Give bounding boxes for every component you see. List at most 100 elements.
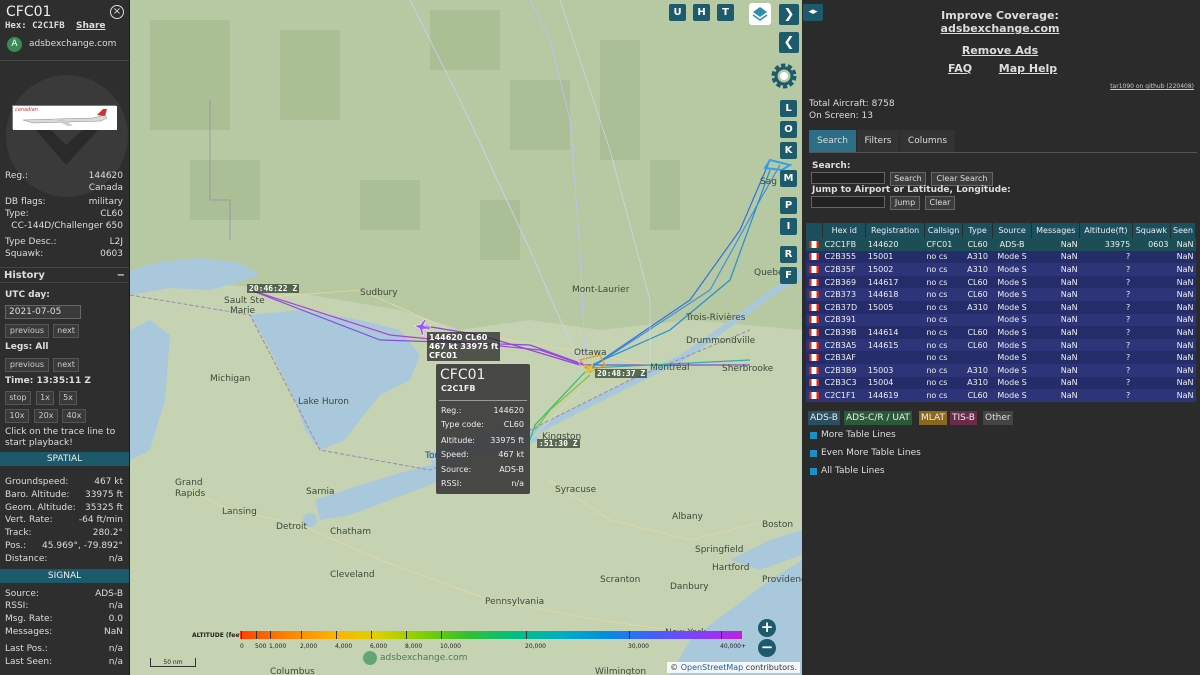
zoom-in-button[interactable]: + (758, 619, 776, 637)
field-label: Vert. Rate: (5, 515, 53, 526)
table-row[interactable]: C2C1F1 144619 no cs CL60 Mode S NaN? NaN (806, 389, 1196, 402)
legend-badge[interactable]: MLAT (919, 411, 947, 425)
share-link[interactable]: Share (76, 21, 106, 31)
aircraft-popup[interactable]: CFC01 C2C1FB Reg.: 144620 Type code: CL60 Al… (436, 364, 530, 494)
legend-badge[interactable]: ADS-B (808, 411, 840, 425)
table-row[interactable]: C2B355 15001 no cs A310 Mode S NaN? NaN (806, 250, 1196, 264)
settings-button[interactable] (768, 60, 800, 92)
openstreetmap-link[interactable]: OpenStreetMap (681, 663, 744, 672)
map-toggle-l-button[interactable]: L (780, 100, 797, 117)
option-checkbox[interactable] (810, 432, 817, 439)
column-header[interactable]: Type (962, 223, 993, 238)
option-label[interactable]: All Table Lines (821, 466, 885, 476)
table-row[interactable]: C2B35F 15002 no cs A310 Mode S NaN? NaN (806, 263, 1196, 276)
nav-right-button[interactable]: ❯ (779, 4, 799, 25)
field-label: Track: (5, 528, 32, 539)
table-cell: CFC01 (924, 238, 963, 251)
map-toggle-m-button[interactable]: M (780, 170, 797, 187)
table-row[interactable]: C2B3B9 15003 no cs A310 Mode S NaN? NaN (806, 363, 1196, 377)
layers-button[interactable] (749, 3, 771, 25)
table-cell (1132, 326, 1171, 339)
legend-badge[interactable]: ADS-C/R / UAT (844, 411, 912, 425)
speed-5x-button[interactable]: 5x (59, 391, 77, 405)
zoom-out-button[interactable]: − (758, 639, 776, 657)
u-button[interactable]: U (669, 4, 686, 21)
date-input[interactable]: 2021-07-05 (5, 305, 81, 319)
previous-day-button[interactable]: previous (5, 324, 49, 338)
clear-button[interactable]: Clear (925, 196, 955, 210)
option-label[interactable]: More Table Lines (821, 430, 896, 440)
column-header[interactable]: Registration (865, 223, 925, 238)
collapse-icon[interactable]: − (117, 268, 125, 283)
column-header[interactable]: Altitude(ft) (1079, 223, 1133, 238)
clear-search-button[interactable]: Clear Search (931, 172, 993, 186)
column-header[interactable]: Seen (1170, 223, 1196, 238)
table-cell: Mode S (992, 363, 1032, 377)
table-row[interactable]: C2B3C3 15004 no cs A310 Mode S NaN? NaN (806, 376, 1196, 390)
table-cell: no cs (924, 363, 963, 377)
speed-1x-button[interactable]: 1x (36, 391, 54, 405)
search-button[interactable]: Search (890, 172, 926, 186)
table-row[interactable]: C2B3A5 144615 no cs CL60 Mode S NaN? NaN (806, 338, 1196, 352)
column-header[interactable]: Source (992, 223, 1033, 238)
map-toggle-i-button[interactable]: I (780, 218, 797, 235)
expand-button[interactable]: ◂▸ (803, 4, 823, 21)
search-input[interactable] (811, 172, 885, 184)
tab-search[interactable]: Search (809, 130, 856, 152)
map-place-label: Hartford (712, 563, 750, 573)
map-toggle-r-button[interactable]: R (780, 246, 797, 263)
tab-filters[interactable]: Filters (857, 130, 899, 152)
map-view[interactable]: Sault Ste Marie Sudbury Mont-Laurier Ottawa M… (130, 0, 802, 675)
plane-label: 144620 CL60 467 kt 33975 ft CFC01 (427, 332, 501, 361)
aircraft-thumbnail[interactable]: canadian (12, 105, 117, 130)
speed-40x-button[interactable]: 40x (62, 409, 86, 423)
previous-leg-button[interactable]: previous (5, 358, 49, 372)
history-header[interactable]: History − (0, 267, 129, 283)
option-label[interactable]: Even More Table Lines (821, 448, 921, 458)
legend-badge[interactable]: TIS-B (950, 411, 977, 425)
speed-10x-button[interactable]: 10x (5, 409, 29, 423)
next-day-button[interactable]: next (53, 324, 79, 338)
column-header[interactable]: Messages (1031, 223, 1081, 238)
column-header[interactable] (806, 223, 824, 238)
h-button[interactable]: H (693, 4, 710, 21)
table-row[interactable]: C2B37D 15005 no cs A310 Mode S NaN? NaN (806, 300, 1196, 314)
stop-button[interactable]: stop (5, 391, 31, 405)
jump-button[interactable]: Jump (890, 196, 920, 210)
next-leg-button[interactable]: next (53, 358, 79, 372)
jump-input[interactable] (811, 196, 885, 208)
nav-left-button[interactable]: ❮ (779, 32, 799, 53)
source-site[interactable]: adsbexchange.com (29, 39, 116, 49)
t-button[interactable]: T (717, 4, 734, 21)
speed-20x-button[interactable]: 20x (34, 409, 58, 423)
column-header[interactable]: Callsign (924, 223, 964, 238)
map-toggle-p-button[interactable]: P (780, 197, 797, 214)
table-row[interactable]: C2B3AF no cs Mode S NaN? NaN (806, 351, 1196, 364)
column-header[interactable]: Squawk (1132, 223, 1172, 238)
field-label: Msg. Rate: (5, 614, 53, 624)
close-icon[interactable]: × (110, 5, 124, 19)
tab-columns[interactable]: Columns (900, 130, 955, 152)
option-checkbox[interactable] (810, 450, 817, 457)
canada-flag-icon (809, 316, 820, 324)
github-link[interactable]: tar1090 on github (220408) (1110, 83, 1194, 90)
legend-badge[interactable]: Other (983, 411, 1013, 425)
map-toggle-o-button[interactable]: O (780, 121, 797, 138)
map-toggle-k-button[interactable]: K (780, 142, 797, 159)
map-help-link[interactable]: Map Help (996, 62, 1060, 75)
canada-flag-icon (809, 379, 820, 387)
table-row[interactable]: C2B391 no cs Mode S NaN? NaN (806, 313, 1196, 327)
signal-field-row: Last Seen: n/a (5, 657, 123, 667)
altitude-tick: 10,000 (440, 643, 461, 650)
table-row[interactable]: C2C1FB 144620 CFC01 CL60 ADS-B NaN 33975 0603 Na… (806, 238, 1196, 251)
table-row[interactable]: C2B39B 144614 no cs CL60 Mode S NaN? NaN (806, 326, 1196, 339)
field-value: 33975 ft (84, 489, 123, 500)
remove-ads-link[interactable]: Remove Ads (900, 44, 1100, 57)
map-toggle-f-button[interactable]: F (780, 267, 797, 284)
table-row[interactable]: C2B369 144617 no cs CL60 Mode S NaN? NaN (806, 275, 1196, 289)
faq-link[interactable]: FAQ (940, 62, 980, 75)
table-row[interactable]: C2B373 144618 no cs CL60 Mode S NaN? NaN (806, 288, 1196, 301)
improve-coverage-link[interactable]: adsbexchange.com (900, 22, 1100, 35)
column-header[interactable]: Hex id (822, 223, 867, 238)
option-checkbox[interactable] (810, 468, 817, 475)
